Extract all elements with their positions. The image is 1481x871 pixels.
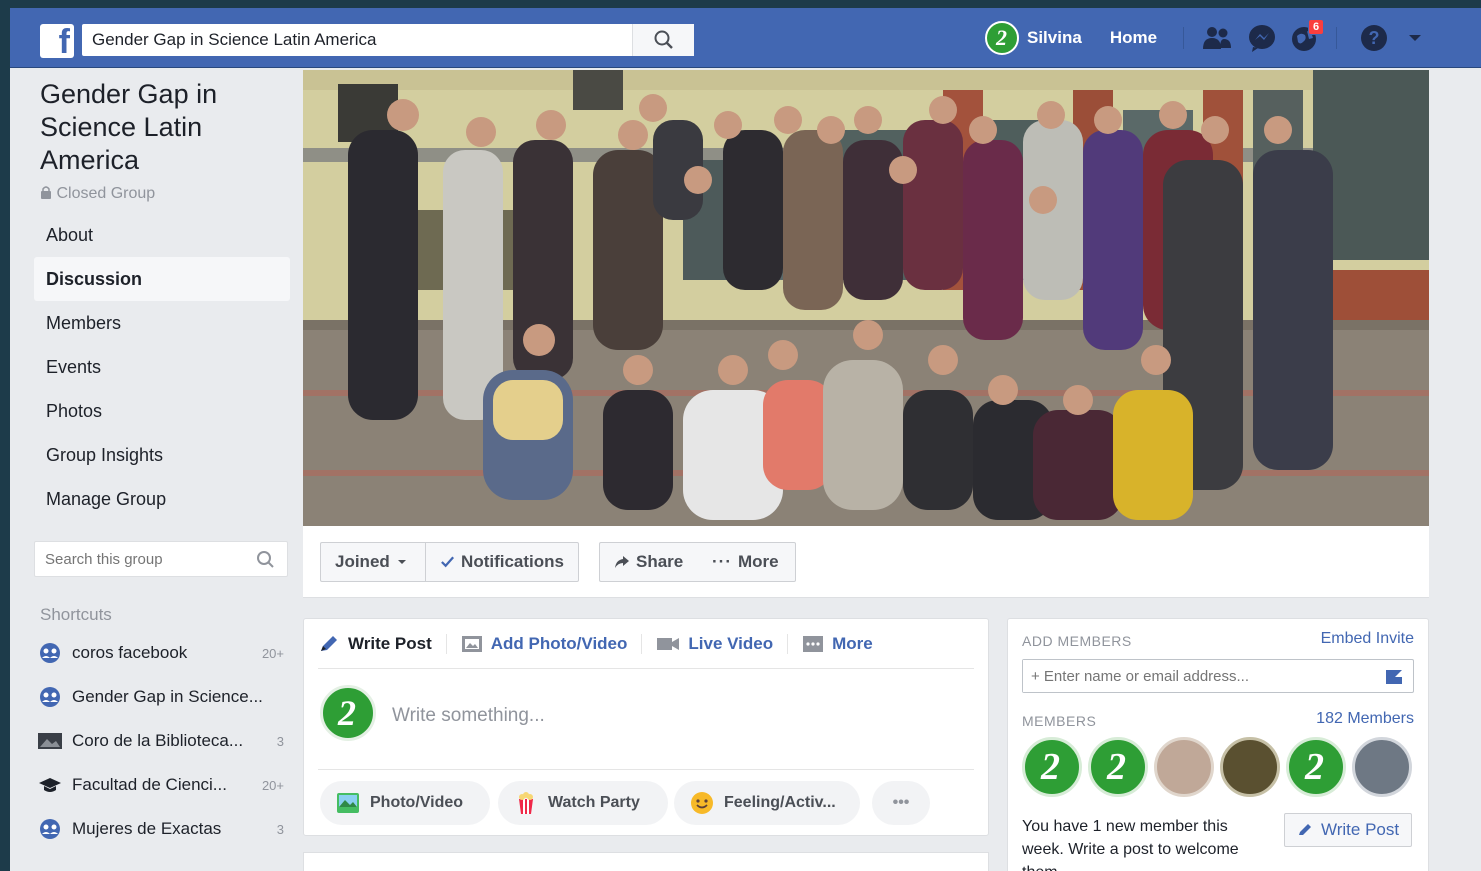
notifications-button[interactable]: 6 [1288, 19, 1325, 53]
group-cover-photo[interactable] [303, 70, 1429, 526]
nav-about[interactable]: About [34, 213, 290, 257]
composer-divider [318, 769, 974, 770]
composer-user-avatar [320, 685, 376, 741]
composer-input[interactable]: Write something... [392, 705, 545, 727]
photo-video-button[interactable]: Photo/Video [320, 781, 490, 825]
post-composer: Write Post Add Photo/Video Live Video Mo… [303, 618, 989, 836]
nav-divider [1183, 27, 1185, 49]
tab-add-photo-video[interactable]: Add Photo/Video [447, 633, 643, 654]
add-member-input[interactable] [1023, 660, 1373, 692]
tab-live-video[interactable]: Live Video [642, 633, 789, 654]
share-arrow-icon [615, 556, 629, 568]
search-icon [654, 30, 673, 49]
shortcut-item[interactable]: Mujeres de Exactas 3 [34, 807, 290, 851]
add-members-heading: ADD MEMBERS [1022, 633, 1132, 649]
group-icon [40, 643, 60, 663]
member-avatar[interactable] [1352, 737, 1412, 797]
add-members-panel: ADD MEMBERS Embed Invite MEMBERS 182 Mem… [1007, 618, 1429, 871]
shortcut-item[interactable]: Coro de la Biblioteca... 3 [34, 719, 290, 763]
write-post-button[interactable]: Write Post [1284, 813, 1413, 847]
ellipsis-icon: ••• [892, 794, 910, 811]
shortcuts-heading: Shortcuts [40, 605, 112, 624]
more-button[interactable]: ··· More [698, 542, 796, 582]
embed-invite-link[interactable]: Embed Invite [1321, 630, 1414, 648]
notification-badge: 6 [1308, 19, 1325, 35]
group-search-input[interactable] [35, 542, 245, 576]
global-search-box [82, 24, 694, 56]
graduation-cap-icon [39, 778, 61, 792]
feed-next-card [303, 852, 989, 871]
help-icon[interactable]: ? [1359, 23, 1389, 53]
video-camera-icon [657, 637, 680, 650]
search-icon[interactable] [255, 549, 277, 571]
pencil-icon [1299, 824, 1311, 835]
home-link[interactable]: Home [1110, 28, 1157, 48]
group-icon [40, 687, 60, 707]
global-search-input[interactable] [82, 24, 622, 56]
nav-members[interactable]: Members [34, 301, 290, 345]
members-heading: MEMBERS [1022, 713, 1097, 729]
facebook-logo[interactable]: f [40, 23, 74, 61]
cover-actions-bar: Joined Notifications Share ··· More [303, 526, 1429, 598]
nav-group-insights[interactable]: Group Insights [34, 433, 290, 477]
popcorn-icon [519, 792, 533, 814]
group-search-box [34, 541, 288, 577]
nav-divider [1336, 27, 1338, 49]
svg-text:?: ? [1369, 28, 1380, 48]
composer-tabs: Write Post Add Photo/Video Live Video Mo… [318, 619, 974, 669]
group-nav: About Discussion Members Events Photos G… [34, 213, 290, 521]
left-sidebar: Gender Gap in Science Latin America Clos… [34, 78, 290, 851]
notifications-toggle-button[interactable]: Notifications [425, 542, 579, 582]
nav-photos[interactable]: Photos [34, 389, 290, 433]
member-avatar[interactable] [1088, 737, 1148, 797]
members-count-link[interactable]: 182 Members [1316, 710, 1414, 728]
member-avatar[interactable] [1022, 737, 1082, 797]
checkmark-icon [441, 556, 455, 568]
feeling-activity-button[interactable]: Feeling/Activ... [674, 781, 860, 825]
user-avatar[interactable] [985, 21, 1019, 55]
more-options-button[interactable]: ••• [872, 781, 930, 825]
photo-icon [461, 635, 482, 652]
group-title[interactable]: Gender Gap in Science Latin America [34, 78, 290, 177]
new-member-note: You have 1 new member this week. Write a… [1022, 818, 1239, 871]
lock-icon [41, 186, 51, 199]
photo-video-icon [337, 793, 359, 813]
shortcuts-list: coros facebook 20+ Gender Gap in Science.… [34, 631, 290, 851]
nav-events[interactable]: Events [34, 345, 290, 389]
cover-photo-image [303, 70, 1429, 526]
top-right-nav: Silvina Home 6 ? [985, 19, 1425, 56]
member-avatar[interactable] [1154, 737, 1214, 797]
more-grid-icon [803, 635, 824, 652]
friend-requests-icon[interactable] [1198, 23, 1238, 53]
send-invite-icon[interactable] [1385, 668, 1405, 686]
member-avatar[interactable] [1286, 737, 1346, 797]
facebook-window: f Silvina Home 6 ? Gender Gap in [10, 8, 1481, 871]
messenger-icon[interactable] [1244, 23, 1280, 53]
shortcut-item[interactable]: coros facebook 20+ [34, 631, 290, 675]
pencil-icon [321, 635, 337, 651]
shortcut-item[interactable]: Gender Gap in Science... [34, 675, 290, 719]
tab-write-post[interactable]: Write Post [318, 633, 447, 654]
search-button[interactable] [632, 24, 694, 56]
chevron-down-icon[interactable] [1405, 23, 1425, 53]
tab-more[interactable]: More [788, 634, 887, 654]
nav-manage-group[interactable]: Manage Group [34, 477, 290, 521]
joined-button[interactable]: Joined [320, 542, 426, 582]
share-button[interactable]: Share [599, 542, 699, 582]
user-name-link[interactable]: Silvina [1027, 28, 1082, 48]
group-icon [40, 819, 60, 839]
group-privacy: Closed Group [40, 185, 290, 203]
smiley-icon [691, 792, 713, 814]
watch-party-button[interactable]: Watch Party [498, 781, 668, 825]
shortcut-item[interactable]: Facultad de Cienci... 20+ [34, 763, 290, 807]
photo-thumb-icon [38, 733, 62, 749]
top-navigation-bar: f Silvina Home 6 ? [10, 8, 1481, 68]
more-dots-icon: ··· [712, 552, 732, 571]
caret-down-icon [397, 560, 406, 564]
add-member-field [1022, 659, 1414, 693]
nav-discussion[interactable]: Discussion [34, 257, 290, 301]
member-avatar[interactable] [1220, 737, 1280, 797]
